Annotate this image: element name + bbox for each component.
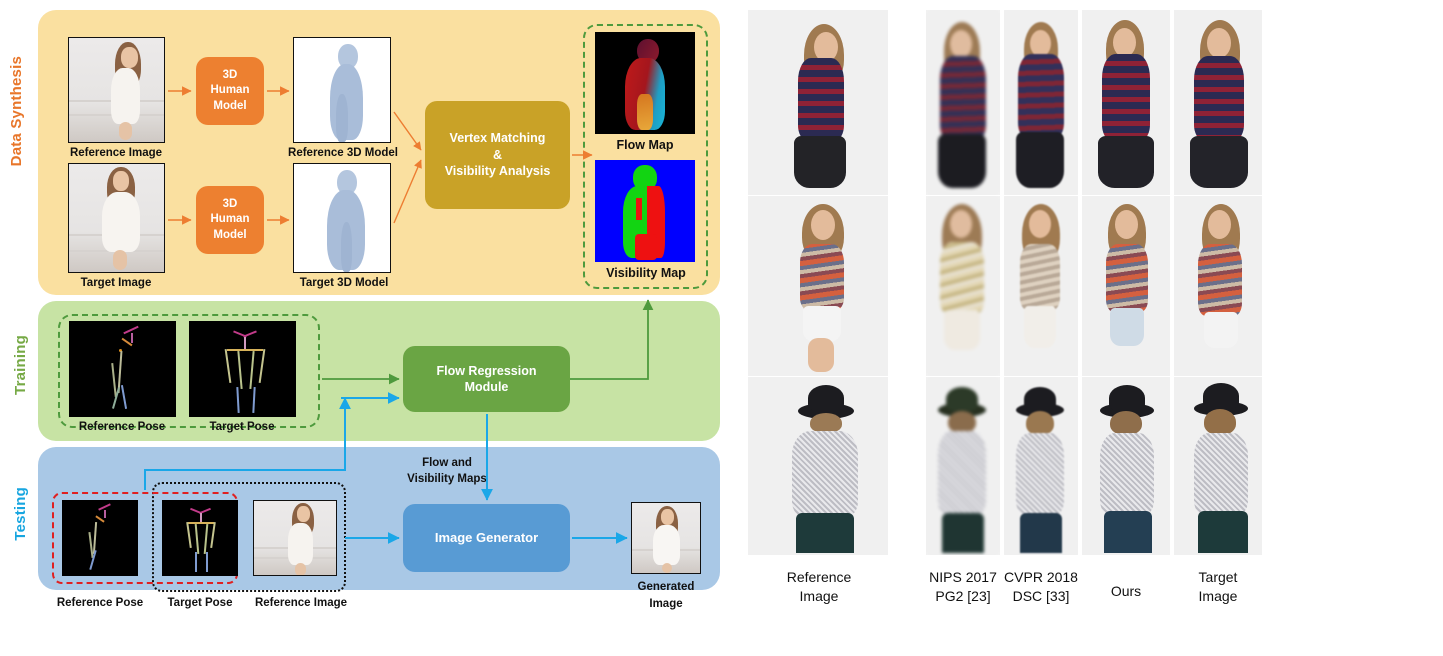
- cell-reference-row3: [748, 377, 888, 555]
- column-caption-dsc: CVPR 2018 DSC [33]: [1004, 569, 1078, 604]
- caption-testing-reference-pose: Reference Pose: [56, 597, 144, 609]
- box-3d-human-model-top: 3D Human Model: [196, 57, 264, 125]
- cell-target-row2: [1174, 196, 1262, 376]
- column-caption-target-image: Target Image: [1198, 569, 1238, 604]
- cell-pg2-row2: [926, 196, 1000, 376]
- stage-label-training: Training: [12, 335, 29, 395]
- edge-label-flow-and-visibility-maps: Flow and Visibility Maps: [407, 457, 487, 485]
- thumb-testing-reference-pose: [62, 500, 138, 576]
- pipeline-diagram: Data Synthesis Training Testing Referenc…: [0, 0, 730, 656]
- cell-pg2-row3: [926, 377, 1000, 555]
- cell-dsc-row1: [1004, 10, 1078, 195]
- caption-target-3d-model: Target 3D Model: [299, 277, 389, 289]
- cell-target-row3: [1174, 377, 1262, 555]
- cell-reference-row2: [748, 196, 888, 376]
- caption-generated-image: Generated Image: [637, 581, 695, 611]
- cell-ours-row2: [1082, 196, 1170, 376]
- thumb-reference-3d-model: [293, 37, 391, 143]
- box-flow-regression-module: Flow Regression Module: [403, 346, 570, 412]
- cell-ours-row1: [1082, 10, 1170, 195]
- cell-pg2-row1: [926, 10, 1000, 195]
- cell-ours-row3: [1082, 377, 1170, 555]
- thumb-testing-reference-image: [253, 500, 337, 576]
- cell-dsc-row2: [1004, 196, 1078, 376]
- column-caption-reference-image: Reference Image: [786, 569, 852, 604]
- thumb-target-image: [68, 163, 165, 273]
- caption-training-target-pose: Target Pose: [209, 421, 275, 433]
- figure-root: Data Synthesis Training Testing Referenc…: [0, 0, 1443, 656]
- stage-label-testing: Testing: [12, 487, 29, 541]
- cell-target-row1: [1174, 10, 1262, 195]
- cell-dsc-row3: [1004, 377, 1078, 555]
- caption-reference-3d-model: Reference 3D Model: [288, 147, 398, 159]
- box-3d-human-model-bottom: 3D Human Model: [196, 186, 264, 254]
- thumb-flow-map: [595, 32, 695, 134]
- thumb-target-3d-model: [293, 163, 391, 273]
- comparison-grid: Reference Image NIPS 2017 PG2 [23] CVPR …: [730, 0, 1443, 656]
- caption-flow-map: Flow Map: [616, 138, 674, 152]
- stage-label-data-synthesis: Data Synthesis: [8, 56, 25, 167]
- caption-target-image: Target Image: [80, 277, 152, 289]
- caption-training-reference-pose: Reference Pose: [78, 421, 166, 433]
- thumb-training-target-pose: [189, 321, 296, 417]
- thumb-reference-image: [68, 37, 165, 143]
- thumb-visibility-map: [595, 160, 695, 262]
- thumb-generated-image: [631, 502, 701, 574]
- caption-reference-image: Reference Image: [69, 147, 163, 159]
- column-caption-ours: Ours: [1110, 583, 1142, 599]
- cell-reference-row1: [748, 10, 888, 195]
- caption-testing-target-pose: Target Pose: [167, 597, 233, 609]
- thumb-testing-target-pose: [162, 500, 238, 576]
- box-image-generator: Image Generator: [403, 504, 570, 572]
- caption-visibility-map: Visibility Map: [606, 266, 686, 280]
- caption-testing-reference-image: Reference Image: [254, 597, 348, 609]
- thumb-training-reference-pose: [69, 321, 176, 417]
- box-vertex-matching-visibility-analysis: Vertex Matching & Visibility Analysis: [425, 101, 570, 209]
